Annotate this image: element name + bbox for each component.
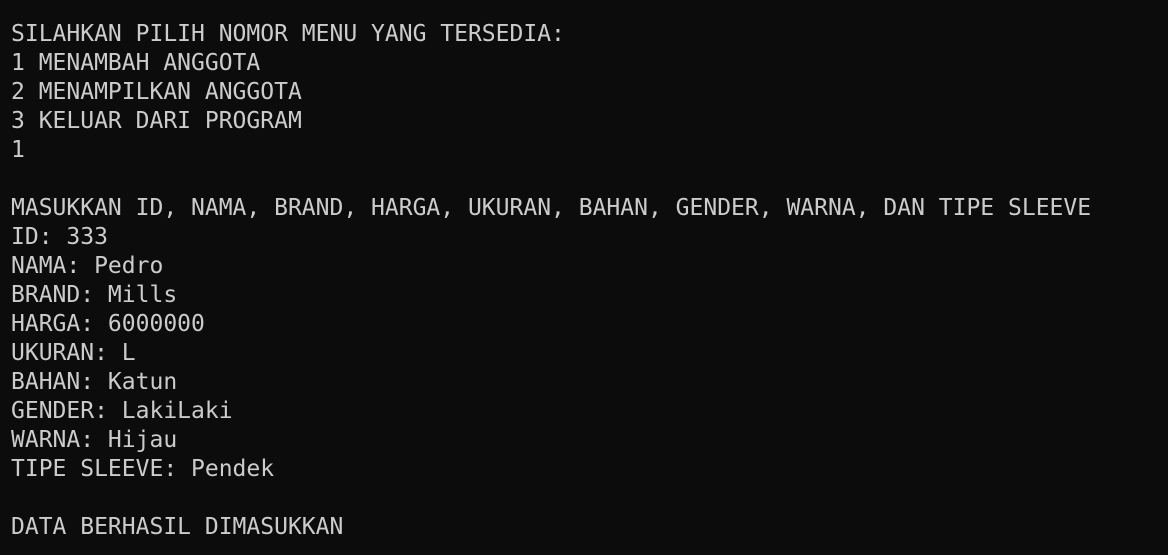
field-brand: BRAND: Mills (11, 282, 178, 308)
field-ukuran: UKURAN: L (11, 340, 136, 366)
menu-option-show-members: 2 MENAMPILKAN ANGGOTA (11, 79, 302, 105)
menu-option-exit: 3 KELUAR DARI PROGRAM (11, 108, 302, 134)
field-harga: HARGA: 6000000 (11, 311, 205, 337)
field-id: ID: 333 (11, 224, 108, 250)
input-instruction-line: MASUKKAN ID, NAMA, BRAND, HARGA, UKURAN,… (11, 195, 1092, 221)
terminal-window[interactable]: SILAHKAN PILIH NOMOR MENU YANG TERSEDIA:… (0, 0, 1168, 555)
menu-prompt-line: SILAHKAN PILIH NOMOR MENU YANG TERSEDIA: (11, 21, 565, 47)
success-message: DATA BERHASIL DIMASUKKAN (11, 514, 344, 540)
field-gender: GENDER: LakiLaki (11, 398, 233, 424)
field-warna: WARNA: Hijau (11, 427, 178, 453)
field-nama: NAMA: Pedro (11, 253, 164, 279)
field-tipe-sleeve: TIPE SLEEVE: Pendek (11, 456, 275, 482)
menu-option-add-member: 1 MENAMBAH ANGGOTA (11, 50, 261, 76)
field-bahan: BAHAN: Katun (11, 369, 178, 395)
user-menu-choice: 1 (11, 137, 25, 163)
